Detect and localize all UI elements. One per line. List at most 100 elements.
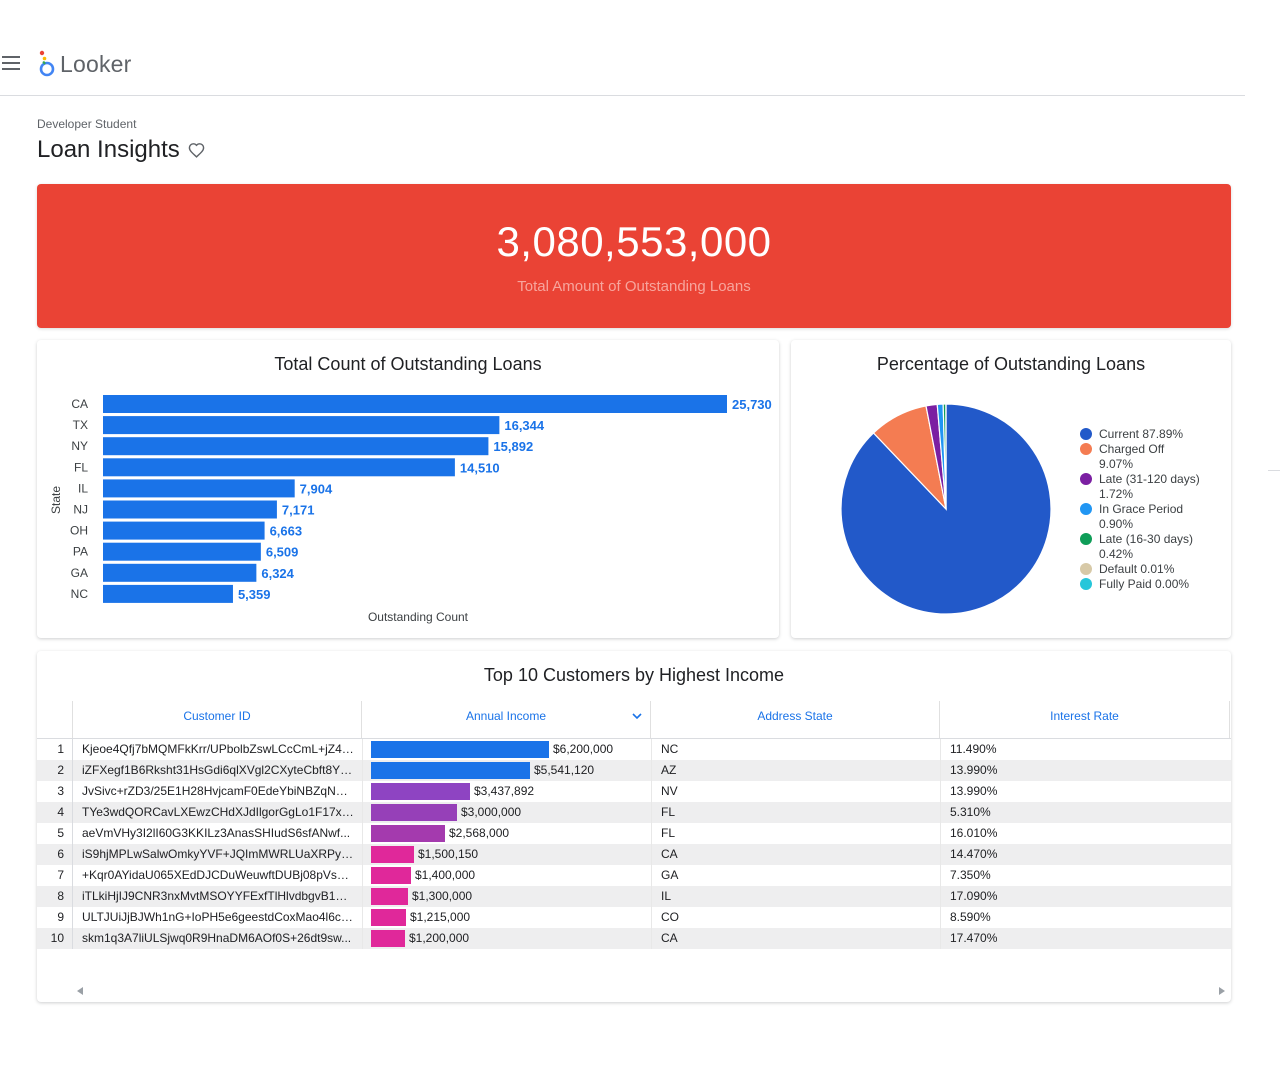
column-divider <box>362 907 363 928</box>
legend-item[interactable]: Charged Off 9.07% <box>1080 442 1200 472</box>
bar-value-label: 16,344 <box>504 418 545 433</box>
interest-rate-cell[interactable]: 13.990% <box>950 781 1050 802</box>
address-state-cell[interactable]: CA <box>661 844 761 865</box>
income-bar <box>371 762 530 779</box>
looker-logo[interactable]: Looker <box>38 50 132 78</box>
column-divider <box>940 865 941 886</box>
column-header-annual-income[interactable]: Annual Income <box>362 701 651 738</box>
bar <box>103 500 277 519</box>
interest-rate-cell[interactable]: 7.350% <box>950 865 1050 886</box>
column-divider <box>362 865 363 886</box>
table-row[interactable]: 1 Kjeoe4Qfj7bMQMFkKrr/UPbolbZswLCcCmL+jZ4… <box>37 739 1231 760</box>
interest-rate-cell[interactable]: 8.590% <box>950 907 1050 928</box>
row-number: 9 <box>37 907 73 928</box>
bar-value-label: 6,663 <box>270 524 303 539</box>
bar <box>103 437 489 456</box>
row-number: 1 <box>37 739 73 760</box>
annual-income-cell[interactable]: $2,568,000 <box>371 823 651 844</box>
address-state-cell[interactable]: IL <box>661 886 761 907</box>
annual-income-cell[interactable]: $6,200,000 <box>371 739 651 760</box>
address-state-cell[interactable]: FL <box>661 823 761 844</box>
annual-income-cell[interactable]: $1,215,000 <box>371 907 651 928</box>
address-state-cell[interactable]: NV <box>661 781 761 802</box>
legend-item[interactable]: Late (16-30 days) 0.42% <box>1080 532 1200 562</box>
income-value: $1,500,150 <box>418 847 479 861</box>
column-divider <box>940 739 941 760</box>
table-row[interactable]: 5 aeVmVHy3I2lI60G3KKILz3AnasSHIudS6sfANwf… <box>37 823 1231 844</box>
annual-income-cell[interactable]: $3,000,000 <box>371 802 651 823</box>
annual-income-cell[interactable]: $1,500,150 <box>371 844 651 865</box>
annual-income-cell[interactable]: $1,300,000 <box>371 886 651 907</box>
customer-id-cell[interactable]: +Kqr0AYidaU065XEdDJCDuWeuwftDUBj08pVsS1.… <box>82 865 354 886</box>
interest-rate-cell[interactable]: 17.470% <box>950 928 1050 949</box>
legend-swatch <box>1080 503 1092 515</box>
looker-logo-icon <box>39 50 55 77</box>
legend-item[interactable]: Late (31-120 days) 1.72% <box>1080 472 1200 502</box>
address-state-cell[interactable]: GA <box>661 865 761 886</box>
table-row[interactable]: 2 iZFXegf1B6Rksht31HsGdi6qlXVgl2CXyteCbft… <box>37 760 1231 781</box>
row-number: 2 <box>37 760 73 781</box>
address-state-cell[interactable]: CO <box>661 907 761 928</box>
single-value-tile[interactable]: 3,080,553,000 Total Amount of Outstandin… <box>37 184 1231 328</box>
interest-rate-cell[interactable]: 13.990% <box>950 760 1050 781</box>
interest-rate-cell[interactable]: 14.470% <box>950 844 1050 865</box>
annual-income-cell[interactable]: $1,400,000 <box>371 865 651 886</box>
heart-icon[interactable] <box>188 142 205 159</box>
annual-income-cell[interactable]: $5,541,120 <box>371 760 651 781</box>
menu-icon[interactable] <box>2 56 20 70</box>
legend-label: Charged Off 9.07% <box>1099 442 1165 471</box>
customer-id-cell[interactable]: JvSivc+rZD3/25E1H28HvjcamF0EdeYbiNBZqNno… <box>82 781 354 802</box>
interest-rate-cell[interactable]: 11.490% <box>950 739 1050 760</box>
interest-rate-cell[interactable]: 17.090% <box>950 886 1050 907</box>
income-value: $3,437,892 <box>474 784 535 798</box>
table-row[interactable]: 4 TYe3wdQORCavLXEwzCHdXJdIlgorGgLo1F17xxv… <box>37 802 1231 823</box>
interest-rate-cell[interactable]: 5.310% <box>950 802 1050 823</box>
pie-chart-tile[interactable]: Percentage of Outstanding Loans Current … <box>791 340 1231 638</box>
sort-descending-icon[interactable] <box>632 713 642 719</box>
customer-id-cell[interactable]: iTLkiHjIJ9CNR3nxMvtMSOYYFExfTlHlvdbgvB1a… <box>82 886 354 907</box>
customer-id-cell[interactable]: skm1q3A7liULSjwq0R9HnaDM6AOf0S+26dt9sw..… <box>82 928 354 949</box>
interest-rate-cell[interactable]: 16.010% <box>950 823 1050 844</box>
column-divider <box>362 781 363 802</box>
legend-swatch <box>1080 533 1092 545</box>
table-title: Top 10 Customers by Highest Income <box>483 665 785 685</box>
legend-item[interactable]: Default 0.01% <box>1080 562 1200 577</box>
scroll-left-icon[interactable] <box>77 987 83 995</box>
legend-item[interactable]: Current 87.89% <box>1080 427 1200 442</box>
annual-income-cell[interactable]: $3,437,892 <box>371 781 651 802</box>
bar-chart-tile[interactable]: Total Count of Outstanding Loans CA 25,73… <box>37 340 779 638</box>
customer-id-cell[interactable]: TYe3wdQORCavLXEwzCHdXJdIlgorGgLo1F17xxv.… <box>82 802 354 823</box>
table-tile[interactable]: Top 10 Customers by Highest Income Custo… <box>37 651 1231 1002</box>
table-row[interactable]: 10 skm1q3A7liULSjwq0R9HnaDM6AOf0S+26dt9sw… <box>37 928 1231 949</box>
address-state-cell[interactable]: AZ <box>661 760 761 781</box>
legend-item[interactable]: In Grace Period 0.90% <box>1080 502 1200 532</box>
annual-income-cell[interactable]: $1,200,000 <box>371 928 651 949</box>
bar-value-label: 7,904 <box>300 481 333 496</box>
breadcrumb[interactable]: Developer Student <box>37 117 136 131</box>
column-header-customer-id[interactable]: Customer ID <box>73 701 362 738</box>
income-value: $5,541,120 <box>534 763 595 777</box>
column-divider <box>362 928 363 949</box>
customer-id-cell[interactable]: aeVmVHy3I2lI60G3KKILz3AnasSHIudS6sfANwf.… <box>82 823 354 844</box>
table-row[interactable]: 3 JvSivc+rZD3/25E1H28HvjcamF0EdeYbiNBZqNn… <box>37 781 1231 802</box>
table-row[interactable]: 9 ULTJUiJjBJWh1nG+IoPH5e6geestdCoxMao4l6c… <box>37 907 1231 928</box>
row-number: 6 <box>37 844 73 865</box>
address-state-cell[interactable]: FL <box>661 802 761 823</box>
income-value: $1,400,000 <box>415 868 476 882</box>
address-state-cell[interactable]: CA <box>661 928 761 949</box>
customer-id-cell[interactable]: ULTJUiJjBJWh1nG+IoPH5e6geestdCoxMao4l6cf… <box>82 907 354 928</box>
address-state-cell[interactable]: NC <box>661 739 761 760</box>
customer-id-cell[interactable]: iZFXegf1B6Rksht31HsGdi6qlXVgl2CXyteCbft8… <box>82 760 354 781</box>
scroll-right-icon[interactable] <box>1219 987 1225 995</box>
column-header-address-state[interactable]: Address State <box>651 701 940 738</box>
customer-id-cell[interactable]: Kjeoe4Qfj7bMQMFkKrr/UPbolbZswLCcCmL+jZ4/… <box>82 739 354 760</box>
customer-id-cell[interactable]: iS9hjMPLwSalwOmkyYVF+JQImMWRLUaXRPy1q... <box>82 844 354 865</box>
legend-item[interactable]: Fully Paid 0.00% <box>1080 577 1200 592</box>
table-row[interactable]: 6 iS9hjMPLwSalwOmkyYVF+JQImMWRLUaXRPy1q..… <box>37 844 1231 865</box>
table-row[interactable]: 8 iTLkiHjIJ9CNR3nxMvtMSOYYFExfTlHlvdbgvB1… <box>37 886 1231 907</box>
top-navigation-bar: Looker <box>0 0 1245 96</box>
column-header-interest-rate[interactable]: Interest Rate <box>940 701 1230 738</box>
column-divider <box>940 760 941 781</box>
table-row[interactable]: 7 +Kqr0AYidaU065XEdDJCDuWeuwftDUBj08pVsS1… <box>37 865 1231 886</box>
legend-swatch <box>1080 578 1092 590</box>
